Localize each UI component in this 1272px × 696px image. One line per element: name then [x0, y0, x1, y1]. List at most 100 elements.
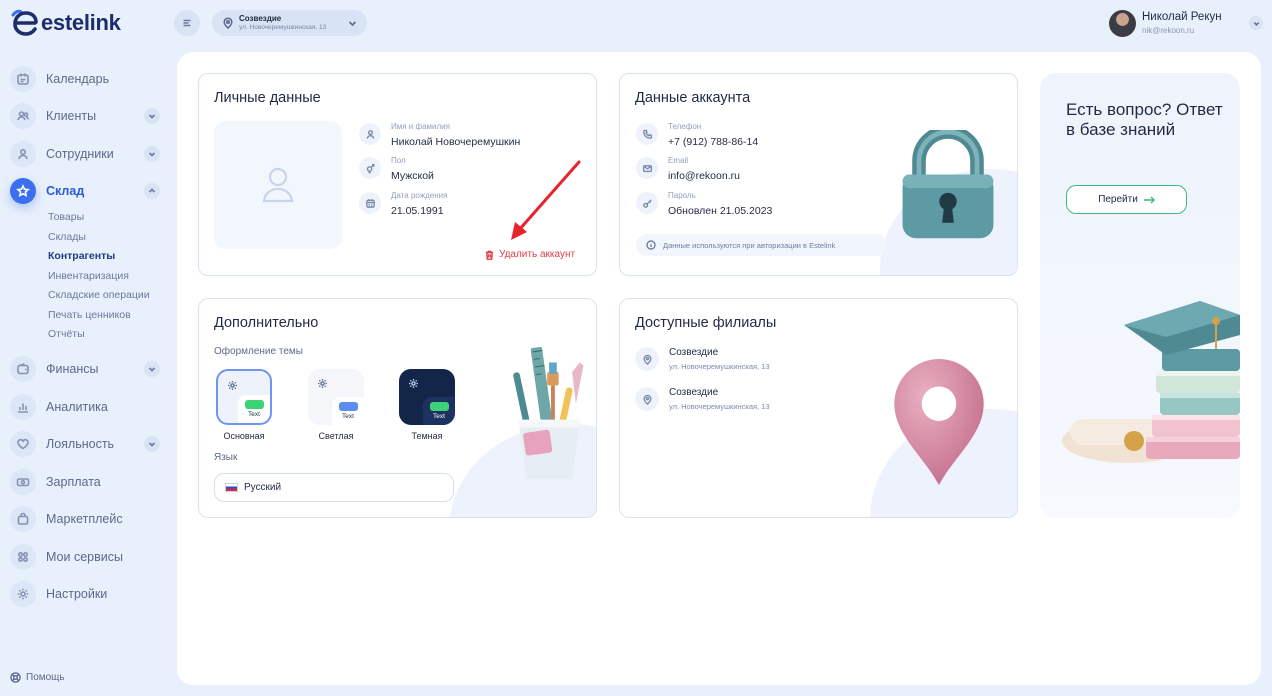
menu-toggle-button[interactable] [174, 10, 200, 36]
bag-icon [10, 506, 36, 533]
gear-icon [409, 379, 418, 388]
subnav-item-warehouses[interactable]: Склады [48, 228, 160, 248]
sidebar-item-employees[interactable]: Сотрудники [10, 135, 160, 173]
field-email: Email info@rekoon.ru [636, 156, 740, 182]
field-phone: Телефон +7 (912) 788-86-14 [636, 122, 758, 148]
subnav-item-contractors[interactable]: Контрагенты [48, 247, 160, 267]
field-label: Пол [391, 156, 406, 165]
branch-item[interactable]: Созвездие ул. Новочеремушкинская, 13 [635, 346, 770, 371]
theme-option-main[interactable]: Text Основная [214, 369, 274, 441]
phone-icon [636, 123, 658, 145]
stationery-cup-illustration [513, 346, 584, 480]
grid-icon [10, 543, 36, 570]
branch-item[interactable]: Созвездие ул. Новочеремушкинская, 13 [635, 386, 770, 411]
theme-option-light[interactable]: Text Светлая [306, 369, 366, 441]
chevron-down-icon[interactable] [1249, 16, 1263, 30]
sidebar-item-clients[interactable]: Клиенты [10, 98, 160, 136]
sidebar-item-label: Лояльность [46, 437, 115, 452]
theme-chip: Text [423, 397, 455, 425]
calendar-icon [10, 65, 36, 92]
theme-chip: Text [238, 395, 270, 423]
theme-chip: Text [332, 397, 364, 425]
location-pin-icon [223, 17, 233, 29]
delete-account-button[interactable]: Удалить аккаунт [485, 249, 575, 260]
field-value: 21.05.1991 [391, 205, 444, 217]
gear-icon [318, 379, 327, 388]
location-pin-icon [635, 387, 659, 411]
russia-flag-icon [225, 483, 238, 492]
sidebar-item-finance[interactable]: Финансы [10, 351, 160, 389]
subnav-item-goods[interactable]: Товары [48, 208, 160, 228]
subnav-item-inventory[interactable]: Инвентаризация [48, 267, 160, 287]
chevron-down-icon[interactable] [144, 145, 160, 162]
branch-name: Созвездие [669, 386, 719, 398]
help-link[interactable]: Помощь [10, 672, 65, 683]
branch-selector[interactable]: Созвездие ул. Новочеремушкинская, 13 [212, 10, 367, 36]
sidebar-item-my-services[interactable]: Мои сервисы [10, 538, 160, 576]
field-value: +7 (912) 788-86-14 [668, 136, 759, 148]
chevron-up-icon[interactable] [144, 183, 160, 200]
sidebar-item-label: Зарплата [46, 474, 101, 489]
chevron-down-icon[interactable] [144, 361, 160, 378]
theme-option-dark[interactable]: Text Темная [397, 369, 457, 441]
subnav-item-operations[interactable]: Складские операции [48, 286, 160, 306]
sidebar-item-label: Аналитика [46, 399, 108, 414]
brand-name: estelink [41, 10, 121, 35]
delete-account-label: Удалить аккаунт [499, 249, 576, 260]
chart-icon [10, 393, 36, 420]
books-graduation-cap-illustration [1062, 301, 1240, 463]
sidebar-item-calendar[interactable]: Календарь [10, 60, 160, 98]
sidebar-item-loyalty[interactable]: Лояльность [10, 426, 160, 464]
field-full-name: Имя и фамилия Николай Новочеремушкин [359, 122, 520, 148]
go-to-knowledge-base-button[interactable]: Перейти [1066, 185, 1187, 214]
additional-settings-card: Дополнительно Оформление темы Text Основ… [198, 298, 597, 518]
profile-photo-placeholder[interactable] [214, 121, 342, 249]
field-birth-date: Дата рождения 21.05.1991 [359, 191, 447, 217]
branch-address: ул. Новочеремушкинская, 13 [669, 401, 770, 411]
brand-logo[interactable]: estelink [10, 9, 121, 37]
avatar [1109, 10, 1136, 37]
user-email: nik@rekoon.ru [1142, 25, 1195, 35]
branch-name: Созвездие [669, 346, 719, 358]
subnav-item-reports[interactable]: Отчёты [48, 325, 160, 345]
sidebar-item-settings[interactable]: Настройки [10, 576, 160, 614]
field-password: Пароль Обновлен 21.05.2023 [636, 191, 772, 217]
user-menu[interactable]: Николай Рекун nik@rekoon.ru [1109, 10, 1263, 37]
knowledge-base-title: Есть вопрос? Ответ в базе знаний [1066, 100, 1223, 139]
chevron-down-icon[interactable] [144, 108, 160, 125]
theme-preview: Text [399, 369, 455, 425]
theme-chip-text: Text [433, 413, 445, 420]
card-title: Данные аккаунта [635, 90, 751, 106]
sidebar-item-analytics[interactable]: Аналитика [10, 388, 160, 426]
subnav-item-price-tags[interactable]: Печать ценников [48, 306, 160, 326]
users-icon [10, 103, 36, 130]
sidebar-item-marketplace[interactable]: Маркетплейс [10, 501, 160, 539]
knowledge-base-card: Есть вопрос? Ответ в базе знаний Перейти [1040, 73, 1240, 518]
field-label: Дата рождения [391, 191, 448, 200]
field-label: Пароль [668, 191, 696, 200]
card-title: Доступные филиалы [635, 315, 777, 331]
language-select[interactable]: Русский [214, 473, 454, 502]
field-value: Мужской [391, 170, 434, 182]
card-title: Личные данные [214, 90, 321, 106]
chevron-down-icon[interactable] [144, 436, 160, 453]
location-pin-icon [635, 347, 659, 371]
user-placeholder-icon [262, 167, 294, 203]
sidebar-item-label: Маркетплейс [46, 512, 123, 527]
theme-preview: Text [216, 369, 272, 425]
sidebar-item-warehouse[interactable]: Склад [10, 173, 160, 211]
card-title: Дополнительно [214, 315, 319, 331]
personal-data-card: Личные данные Имя и фамилия Николай Ново… [198, 73, 597, 276]
sidebar-item-salary[interactable]: Зарплата [10, 463, 160, 501]
language-value: Русский [244, 482, 282, 493]
branch-name: Созвездие [239, 13, 282, 23]
gear-icon [10, 581, 36, 608]
field-label: Телефон [668, 122, 702, 131]
branch-address: ул. Новочеремушкинская, 13 [239, 23, 327, 31]
field-label: Email [668, 156, 689, 165]
sidebar-item-label: Сотрудники [46, 146, 114, 161]
key-icon [636, 192, 658, 214]
sidebar-item-label: Финансы [46, 362, 99, 377]
theme-name: Светлая [318, 431, 354, 441]
map-pin-illustration [894, 359, 984, 485]
